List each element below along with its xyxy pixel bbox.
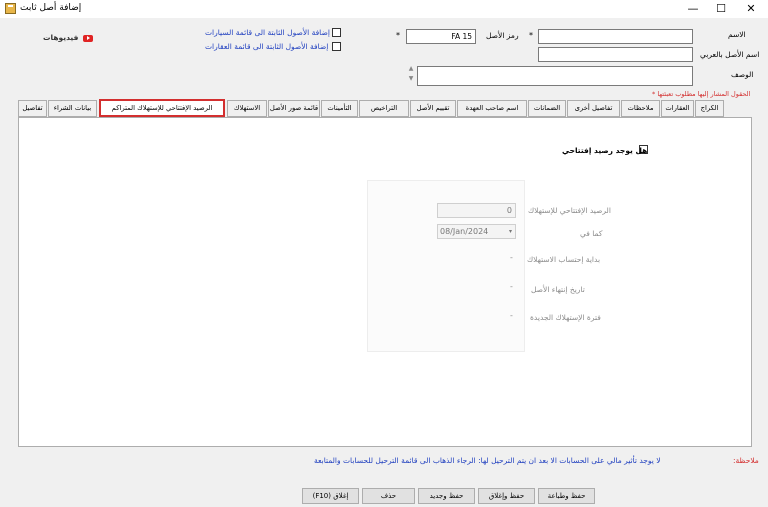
close-f10-button[interactable]: إغلاق (F10) <box>302 488 359 504</box>
depreciation-start-label: بداية إحتساب الاستهلاك <box>527 255 601 264</box>
description-label: الوصف <box>731 70 754 79</box>
tab-custodian-name[interactable]: اسم صاحب العهدة <box>457 100 527 117</box>
add-to-cars-label: إضافة الأصول الثابتة الى قائمة السيارات <box>205 28 330 37</box>
tab-depreciation[interactable]: الاستهلاك <box>227 100 267 117</box>
title-bar: إضافة أصل ثابت — ☐ ✕ <box>0 0 768 18</box>
tab-notes[interactable]: ملاحظات <box>621 100 660 117</box>
tab-licenses[interactable]: التراخيص <box>359 100 409 117</box>
note-text: لا يوجد تأثير مالي على الحسابات الا بعد … <box>314 456 661 465</box>
youtube-icon <box>83 34 94 42</box>
asset-end-date-label: تاريخ إنتهاء الأصل <box>531 285 585 294</box>
name-required-star: * <box>529 31 533 40</box>
add-to-realestate-checkbox[interactable] <box>332 42 341 51</box>
depreciation-start-value: - <box>510 253 513 262</box>
window: إضافة أصل ثابت — ☐ ✕ الاسم * اسم الأصل ب… <box>0 0 768 507</box>
tab-insurances[interactable]: التأمينات <box>321 100 358 117</box>
name-field[interactable] <box>538 29 693 44</box>
description-field[interactable] <box>417 66 693 86</box>
asset-code-field[interactable]: FA 15 <box>406 29 476 44</box>
has-opening-balance-label: هل يوجد رصيد إفتتاحي <box>562 146 648 155</box>
save-print-button[interactable]: حفظ وطباعة <box>538 488 595 504</box>
app-icon <box>5 3 16 14</box>
tab-garage[interactable]: الكراج <box>695 100 724 117</box>
tab-asset-valuation[interactable]: تقييم الأصل <box>410 100 456 117</box>
calendar-dropdown-icon[interactable]: ▾ <box>509 225 512 238</box>
as-of-label: كما في <box>580 229 603 238</box>
new-depreciation-period-label: فترة الإستهلاك الجديدة <box>530 313 601 322</box>
arabic-name-label: اسم الأصل بالعربي <box>700 50 760 59</box>
maximize-button[interactable]: ☐ <box>706 0 736 18</box>
delete-button[interactable]: حذف <box>362 488 415 504</box>
asset-end-date-value: - <box>510 282 513 291</box>
new-depreciation-period-value: - <box>510 311 513 320</box>
window-title: إضافة أصل ثابت <box>20 3 82 13</box>
tab-purchase-data[interactable]: بيانات الشراء <box>48 100 97 117</box>
tab-realestate[interactable]: العقارات <box>661 100 694 117</box>
note-label: ملاحظة: <box>733 456 759 465</box>
close-window-button[interactable]: ✕ <box>736 0 766 18</box>
name-label: الاسم <box>728 30 746 39</box>
tab-asset-images[interactable]: قائمة صور الأصل <box>268 100 320 117</box>
tab-guarantees[interactable]: الضمانات <box>528 100 566 117</box>
save-new-button[interactable]: حفظ وجديد <box>418 488 475 504</box>
tab-details[interactable]: تفاصيل <box>18 100 47 117</box>
arabic-name-field[interactable] <box>538 47 693 62</box>
opening-balance-field[interactable]: 0 <box>437 203 516 218</box>
videos-link[interactable]: فيديوهات <box>43 33 94 42</box>
tab-other-details[interactable]: تفاصيل أخرى <box>567 100 620 117</box>
minimize-button[interactable]: — <box>678 0 708 18</box>
asset-code-label: رمز الأصل <box>486 31 519 40</box>
as-of-date-value: 08/Jan/2024 <box>440 227 489 236</box>
opening-balance-label: الرصيد الإفتتاحي للإستهلاك <box>528 206 611 215</box>
asset-code-required-star: * <box>396 31 400 40</box>
as-of-date-picker[interactable]: 08/Jan/2024 ▾ <box>437 224 516 239</box>
description-scroll-arrows[interactable]: ▲ ▼ <box>406 64 416 85</box>
add-to-cars-checkbox[interactable] <box>332 28 341 37</box>
add-to-realestate-label: إضافة الأصول الثابتة الى قائمة العقارات <box>205 42 329 51</box>
tab-opening-accumulated-depreciation[interactable]: الرصيد الإفتتاحي للإستهلاك المتراكم <box>99 99 225 117</box>
save-close-button[interactable]: حفظ وإغلاق <box>478 488 535 504</box>
required-fields-note: الحقول المشار إليها مطلوب تعبئتها * <box>652 90 751 98</box>
